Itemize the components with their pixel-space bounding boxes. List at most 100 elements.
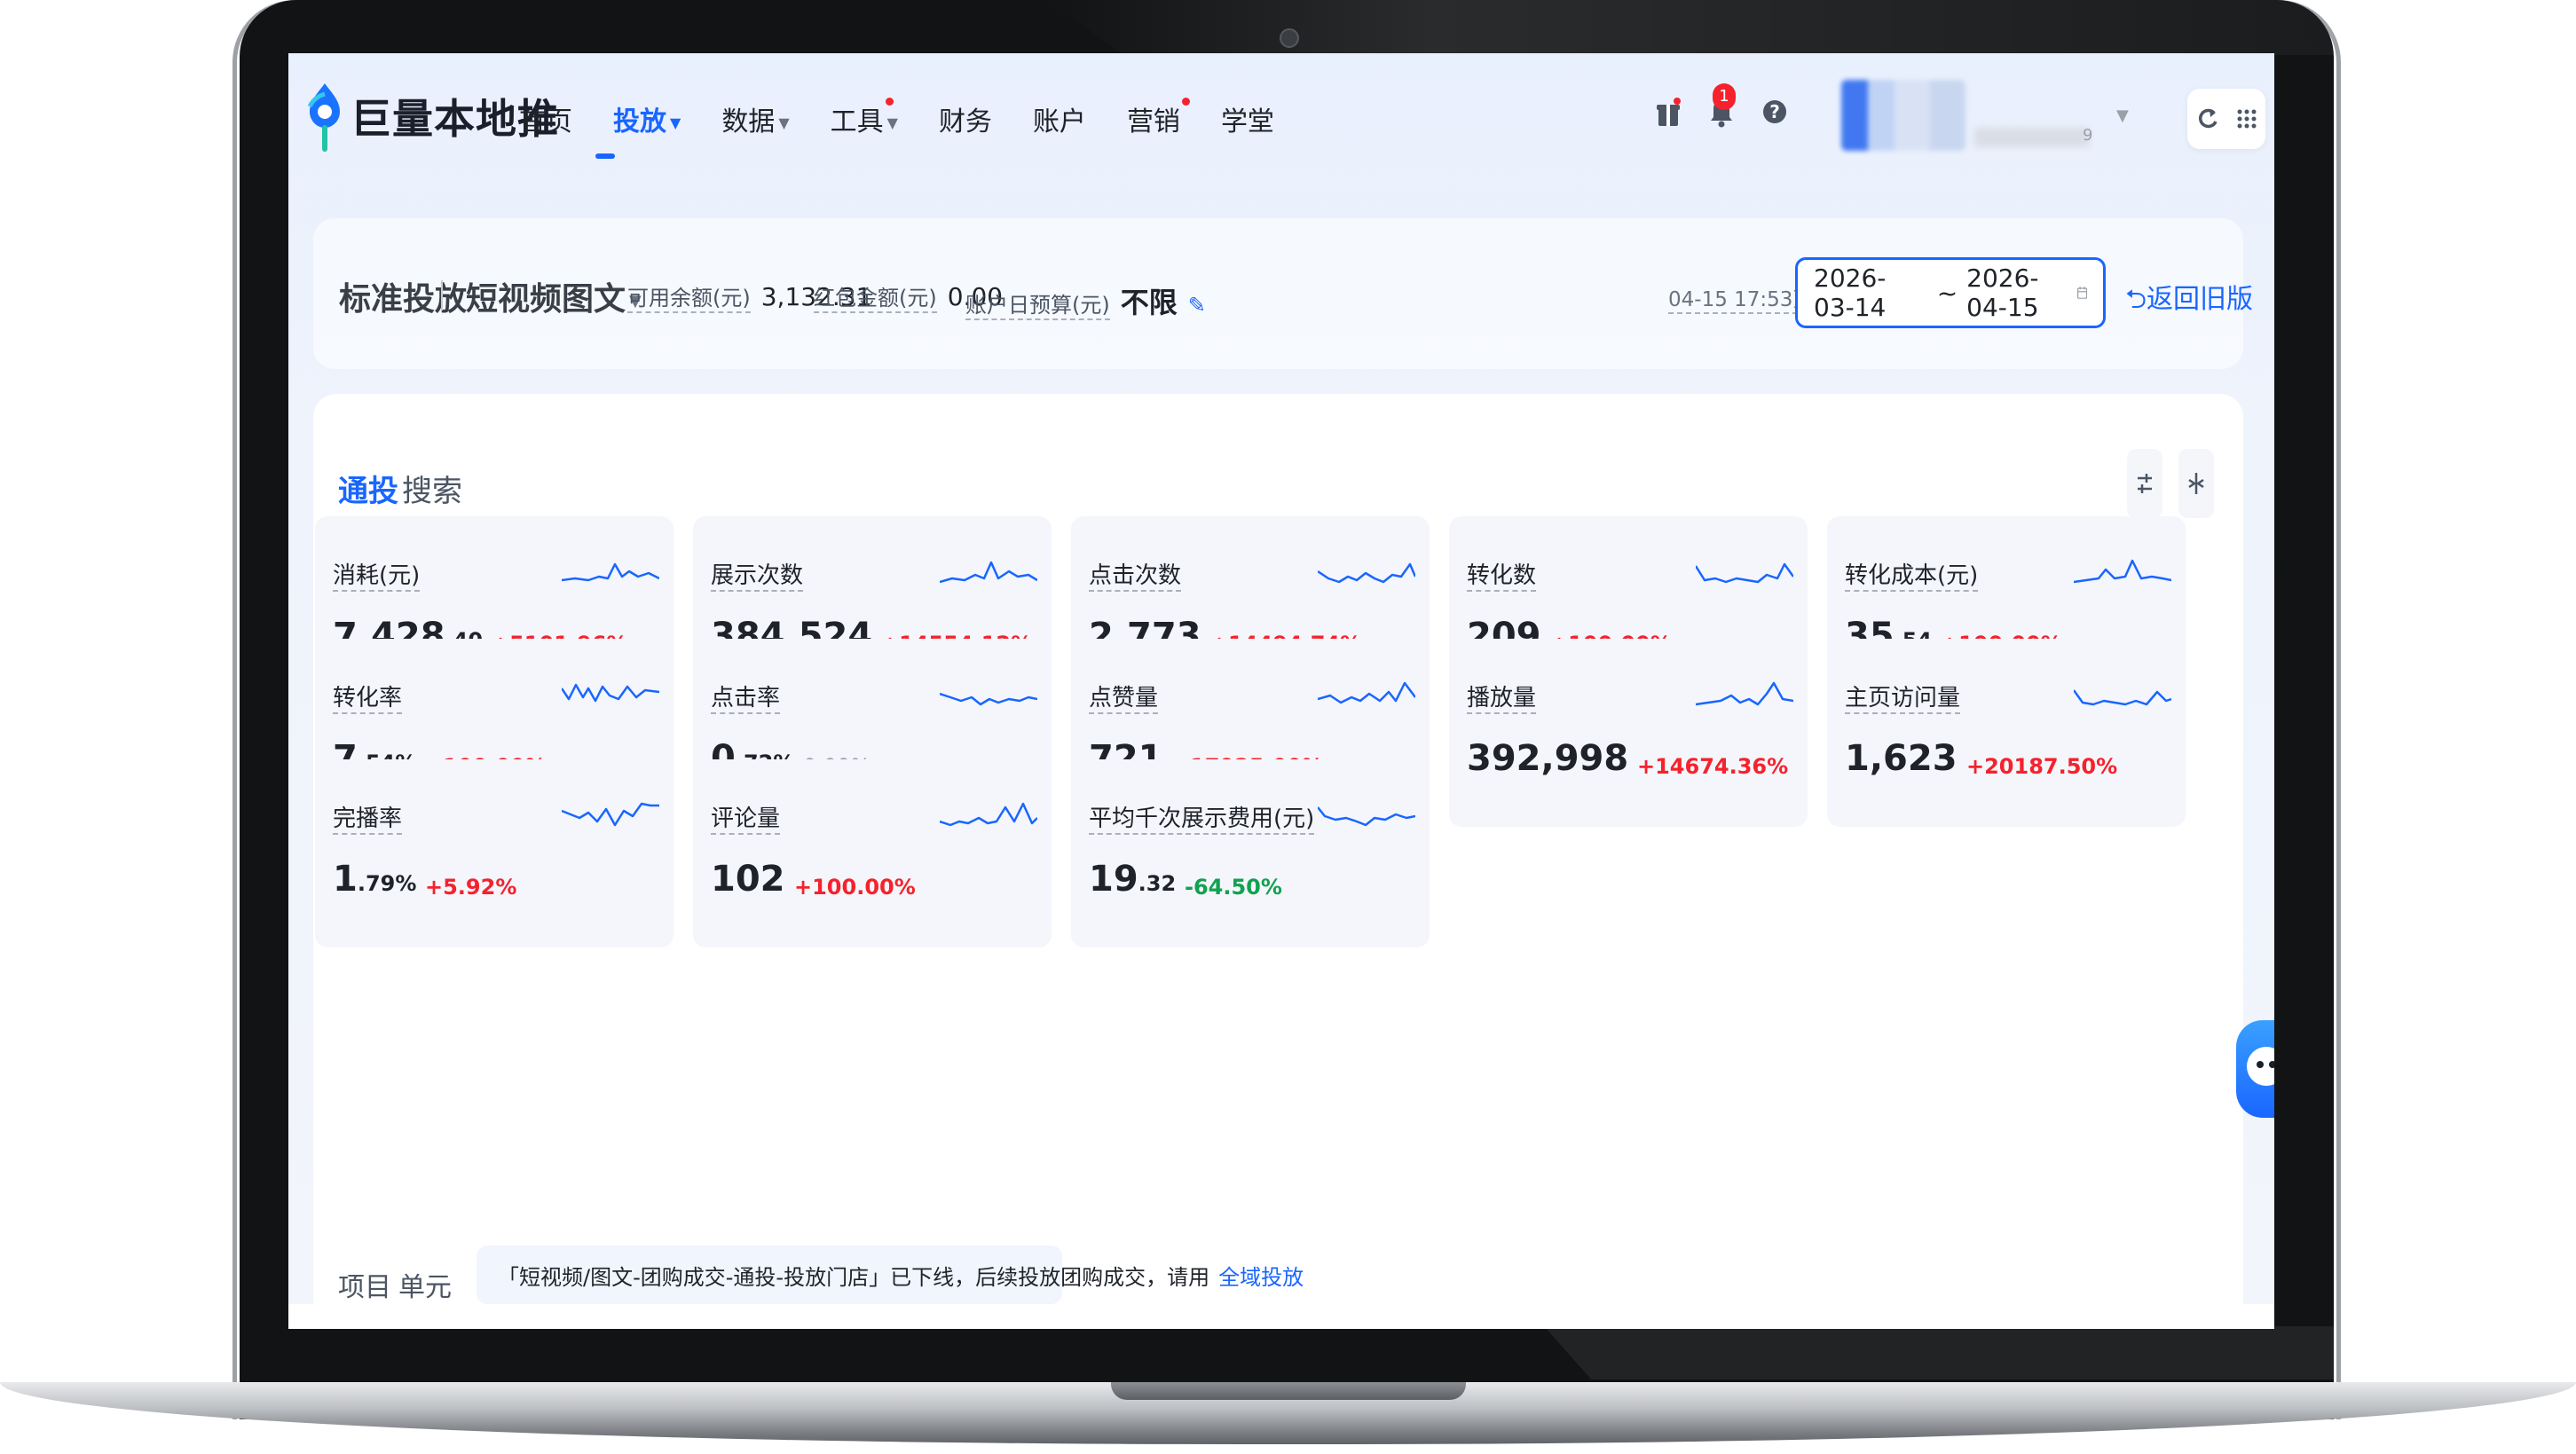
metric-label: 转化数 (1467, 557, 1537, 592)
date-start[interactable]: 2026-03-14 (1814, 263, 1903, 322)
sparkline-path (1696, 681, 1793, 706)
metric-value: 1,623 (1845, 738, 1958, 779)
metric-card[interactable]: 完播率 1.79% +5.92% (315, 759, 674, 947)
svg-text:?: ? (1769, 101, 1780, 122)
balance-label: 可用余额(元) (627, 280, 751, 313)
sliders-icon (2138, 474, 2152, 493)
robot-icon (2247, 1047, 2274, 1086)
notice-link[interactable]: 全域投放 (1218, 1260, 1304, 1291)
metric-card[interactable]: 平均千次展示费用(元) 19.32 -64.50% (1071, 759, 1430, 947)
ad-type-title: 标准投放 (339, 281, 468, 318)
account-avatar[interactable] (1841, 80, 1965, 151)
nav-item-0[interactable]: 首页 (519, 99, 572, 138)
metric-settings-button[interactable] (2127, 449, 2162, 518)
metric-label: 点击率 (711, 680, 781, 714)
metric-change: +100.00% (794, 875, 916, 900)
sparkline-path (562, 683, 659, 703)
sparkline-path (1318, 681, 1415, 704)
metric-label: 消耗(元) (333, 557, 421, 592)
calendar-icon[interactable] (2076, 282, 2088, 303)
nav-active-underline (595, 153, 615, 159)
metric-value-main: 1 (333, 859, 358, 900)
nav-item-6[interactable]: 营销 (1127, 98, 1190, 138)
back-old-version-link[interactable]: ⮌返回旧版 (2125, 277, 2253, 325)
sparkline-path (1696, 562, 1793, 584)
metric-change: +20187.50% (1966, 754, 2118, 779)
metric-value-main: 1,623 (1845, 738, 1958, 779)
metric-value: 102 (711, 859, 785, 900)
metric-label: 完播率 (333, 800, 403, 835)
sparkline-path (2074, 689, 2171, 706)
sparkline-chart (1696, 681, 1793, 706)
metric-value-fraction: .79% (357, 871, 417, 896)
metric-label: 转化成本(元) (1845, 557, 1979, 592)
tab-general[interactable]: 通投 (338, 467, 398, 510)
nav-item-7[interactable]: 学堂 (1221, 99, 1274, 138)
sparkline-chart (2074, 689, 2171, 706)
screen-footer (288, 1304, 2274, 1329)
nav-item-label: 工具 (830, 106, 884, 138)
sparkline-path (1318, 562, 1415, 584)
sparkline-path (940, 802, 1037, 827)
grid-icon[interactable] (2236, 108, 2257, 130)
metric-card[interactable]: 播放量 392,998 +14674.36% (1449, 639, 1808, 827)
chevron-down-icon: ▼ (886, 114, 898, 131)
nav-item-1[interactable]: 投放 ▼ (613, 99, 681, 138)
nav-item-2[interactable]: 数据 ▼ (721, 99, 789, 138)
collapse-icon (2188, 473, 2204, 494)
sparkline-path (940, 561, 1037, 584)
collapse-button[interactable] (2178, 449, 2214, 518)
metric-change: +5.92% (425, 875, 517, 900)
edit-budget-icon[interactable]: ✎ (1188, 293, 1206, 318)
refresh-icon[interactable] (2196, 106, 2219, 132)
date-range-picker[interactable]: 2026-03-14 ~ 2026-04-15 (1795, 257, 2106, 328)
sparkline-path (1318, 806, 1415, 827)
metric-label: 点击次数 (1089, 557, 1182, 592)
date-separator: ~ (1936, 278, 1958, 308)
metric-label: 播放量 (1467, 680, 1537, 714)
laptop-notch (1111, 1382, 1466, 1400)
screen: 巨量本地推 首页 投放 ▼ 数据 ▼ 工具 ▼ 财务 账户 营销 学堂 ? 1 9 ▼ (288, 53, 2274, 1304)
gift-icon[interactable] (1655, 96, 1682, 128)
account-caret-icon[interactable]: ▼ (2116, 106, 2129, 125)
date-end[interactable]: 2026-04-15 (1966, 263, 2056, 322)
metric-value-fraction: .32 (1138, 871, 1177, 896)
sparkline-chart (940, 802, 1037, 827)
metric-card[interactable]: 主页访问量 1,623 +20187.50% (1827, 639, 2186, 827)
sparkline-path (940, 692, 1037, 706)
content-type-select[interactable]: 短视频图文 ▼ (466, 273, 642, 319)
nav-item-5[interactable]: 账户 (1033, 99, 1086, 138)
brand-logo-icon (307, 83, 340, 152)
title-separator (441, 280, 443, 310)
sparkline-chart (562, 802, 659, 827)
top-nav: 首页 投放 ▼ 数据 ▼ 工具 ▼ 财务 账户 营销 学堂 (519, 98, 1315, 138)
budget-label: 账户日预算(元) (965, 287, 1110, 320)
tab-units[interactable]: 单元 (398, 1265, 452, 1304)
tab-search[interactable]: 搜索 (402, 467, 462, 510)
sparkline-chart (1696, 562, 1793, 584)
sparkline-path (562, 802, 659, 827)
undo-icon: ⮌ (2125, 284, 2147, 315)
metric-card[interactable]: 评论量 102 +100.00% (693, 759, 1052, 947)
new-dot (885, 98, 894, 106)
sparkline-path (562, 562, 659, 582)
offline-notice: 「短视频/图文-团购成交-通投-投放门店」已下线，后续投放团购成交，请用 全域投… (477, 1246, 1304, 1304)
metric-label: 评论量 (711, 800, 781, 835)
header-tools (2187, 89, 2265, 149)
help-icon[interactable]: ? (1761, 96, 1788, 128)
lower-glare (1544, 1326, 2334, 1379)
chevron-down-icon: ▼ (778, 114, 790, 131)
tab-projects[interactable]: 项目 (338, 1265, 391, 1304)
sparkline-chart (1318, 806, 1415, 827)
metric-value: 19.32 (1089, 859, 1176, 900)
sparkline-chart (940, 561, 1037, 584)
account-digit: 9 (2083, 126, 2093, 145)
sparkline-chart (1318, 681, 1415, 704)
nav-item-3[interactable]: 工具 ▼ (830, 98, 898, 138)
sparkline-chart (1318, 562, 1415, 584)
metric-value-main: 102 (711, 859, 785, 900)
assistant-button[interactable] (2236, 1020, 2274, 1118)
content-type-label: 短视频图文 (466, 281, 626, 318)
nav-item-4[interactable]: 财务 (939, 99, 992, 138)
nav-item-label: 学堂 (1220, 106, 1274, 138)
